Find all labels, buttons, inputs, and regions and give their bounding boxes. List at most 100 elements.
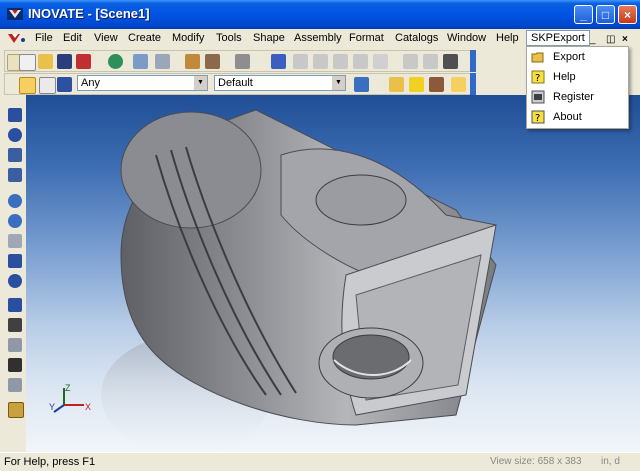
menu-item-label: About — [553, 111, 582, 123]
menu-item-help[interactable]: ? Help — [527, 68, 628, 87]
rotate-icon[interactable] — [8, 128, 22, 142]
redo-icon[interactable] — [293, 54, 308, 69]
menu-modify[interactable]: Modify — [172, 32, 204, 44]
menu-item-export[interactable]: Export — [527, 48, 628, 67]
menu-file[interactable]: File — [35, 32, 53, 44]
walk-icon[interactable] — [8, 148, 22, 162]
status-bar: For Help, press F1 View size: 658 x 383 … — [0, 452, 640, 471]
render3-icon[interactable] — [8, 378, 22, 392]
folder-open-icon — [531, 52, 544, 63]
zoom-icon[interactable] — [8, 194, 22, 208]
menu-tools[interactable]: Tools — [216, 32, 242, 44]
close-button[interactable]: × — [618, 5, 637, 24]
style-combo-value: Default — [218, 77, 253, 89]
mdi-restore-button[interactable]: ◫ — [606, 34, 615, 45]
axis-y-label: Y — [49, 402, 56, 412]
undo-icon[interactable] — [271, 54, 286, 69]
scene-icon[interactable] — [133, 54, 148, 69]
menu-item-label: Help — [553, 71, 576, 83]
open-icon[interactable] — [38, 54, 53, 69]
car-icon[interactable] — [57, 77, 72, 92]
mdi-close-button[interactable]: × — [622, 34, 628, 45]
zoom-extent-icon[interactable] — [8, 234, 22, 248]
menu-help[interactable]: Help — [496, 32, 519, 44]
title-bar[interactable]: INOVATE - [Scene1] _ □ × — [0, 0, 640, 29]
folder-icon[interactable] — [389, 77, 404, 92]
help-icon[interactable] — [409, 77, 424, 92]
menu-shape[interactable]: Shape — [253, 32, 285, 44]
select-pointer-icon[interactable] — [39, 77, 56, 94]
piston-model[interactable] — [26, 95, 640, 452]
globe-icon[interactable] — [108, 54, 123, 69]
toolbar-chevron-icon[interactable] — [470, 73, 476, 95]
copy-icon[interactable] — [333, 54, 348, 69]
scene-viewport[interactable]: Z Y X — [26, 95, 640, 452]
save-icon[interactable] — [57, 54, 72, 69]
eraser-icon[interactable] — [373, 54, 388, 69]
menu-format[interactable]: Format — [349, 32, 384, 44]
menu-view[interactable]: View — [94, 32, 118, 44]
toolbar-chevron-icon[interactable] — [470, 50, 476, 72]
render2-icon[interactable] — [8, 358, 22, 372]
light-icon[interactable] — [8, 298, 22, 312]
app-window: INOVATE - [Scene1] _ □ × File Edit View … — [0, 0, 640, 471]
chevron-down-icon[interactable]: ▼ — [194, 76, 207, 90]
menu-assembly[interactable]: Assembly — [294, 32, 342, 44]
filter-combo[interactable]: Any ▼ — [77, 75, 208, 91]
view-icon[interactable] — [8, 274, 22, 288]
tree-icon[interactable] — [354, 77, 369, 92]
menu-window[interactable]: Window — [447, 32, 486, 44]
camera-icon[interactable] — [8, 318, 22, 332]
about-icon: ? — [531, 110, 545, 124]
filter-combo-value: Any — [81, 77, 100, 89]
paste-icon[interactable] — [353, 54, 368, 69]
units-readout: in, d — [601, 456, 620, 467]
doc-icon[interactable] — [6, 31, 28, 46]
chevron-down-icon[interactable]: ▼ — [332, 76, 345, 90]
zoom-window-icon[interactable] — [8, 214, 22, 228]
window-title: INOVATE - [Scene1] — [28, 6, 150, 21]
catalog-icon[interactable] — [429, 77, 444, 92]
menu-item-label: Register — [553, 91, 594, 103]
view-size-readout: View size: 658 x 383 — [490, 456, 582, 467]
menu-item-register[interactable]: Register — [527, 88, 628, 107]
pin-hole-top — [315, 174, 407, 226]
menu-item-label: Export — [553, 51, 585, 63]
style-combo[interactable]: Default ▼ — [214, 75, 346, 91]
axis-z-label: Z — [65, 383, 71, 393]
menu-edit[interactable]: Edit — [63, 32, 82, 44]
spin-icon[interactable] — [8, 168, 22, 182]
select-arrow-icon[interactable] — [19, 77, 36, 94]
cut-icon[interactable] — [313, 54, 328, 69]
status-text: For Help, press F1 — [4, 456, 96, 468]
shading-icon[interactable] — [8, 402, 24, 418]
camera2-icon[interactable] — [423, 54, 438, 69]
cylinder-icon[interactable] — [185, 54, 200, 69]
cylinder3-icon[interactable] — [235, 54, 250, 69]
mdi-minimize-button[interactable]: _ — [590, 34, 596, 45]
minimize-button[interactable]: _ — [574, 5, 593, 24]
svg-text:?: ? — [535, 73, 540, 84]
maximize-button[interactable]: □ — [596, 5, 615, 24]
menu-catalogs[interactable]: Catalogs — [395, 32, 438, 44]
standard-toolbar — [4, 50, 474, 72]
register-icon — [531, 90, 545, 104]
view-toolbar — [4, 96, 26, 420]
skpexport-menu: Export ? Help Register ? About — [526, 46, 629, 129]
fit-icon[interactable] — [8, 254, 22, 268]
svg-text:?: ? — [535, 113, 540, 124]
help-icon: ? — [531, 70, 545, 84]
pan-icon[interactable] — [8, 108, 22, 122]
render-icon[interactable] — [8, 338, 22, 352]
pin-bore-inner — [332, 334, 410, 380]
new-icon[interactable] — [19, 54, 36, 71]
scene2-icon[interactable] — [155, 54, 170, 69]
menu-item-about[interactable]: ? About — [527, 108, 628, 127]
menu-skpexport[interactable]: SKPExport — [526, 30, 590, 46]
help-pointer-icon[interactable] — [76, 54, 91, 69]
catalog2-icon[interactable] — [451, 77, 466, 92]
camera-icon[interactable] — [403, 54, 418, 69]
cylinder2-icon[interactable] — [205, 54, 220, 69]
camera3-icon[interactable] — [443, 54, 458, 69]
menu-create[interactable]: Create — [128, 32, 161, 44]
